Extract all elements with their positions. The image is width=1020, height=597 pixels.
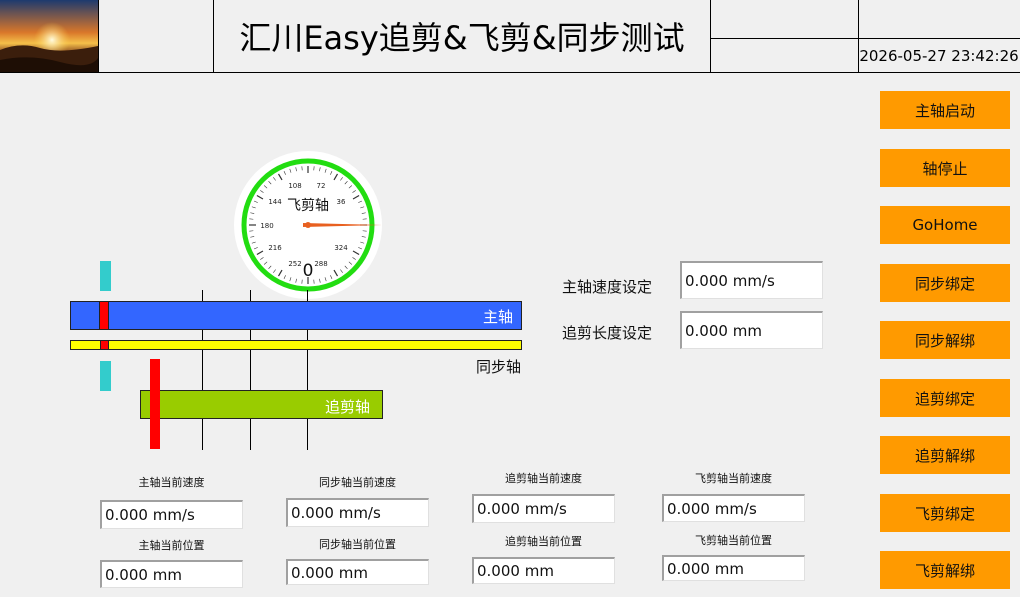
gauge-tick-label: 72 xyxy=(317,182,326,190)
chase-cutter-marker xyxy=(150,359,160,449)
master-speed-input[interactable]: 0.000 mm/s xyxy=(680,261,823,299)
chase-speed-readout: 0.000 mm/s xyxy=(472,494,615,523)
chase-bind-button[interactable]: 追剪绑定 xyxy=(880,379,1010,417)
page-title: 汇川Easy追剪&飞剪&同步测试 xyxy=(239,19,685,57)
flying-axis-gauge: 108 72 144 36 180 216 324 252 288 飞剪轴 0 xyxy=(233,150,383,300)
sunset-logo-image xyxy=(0,0,98,72)
chase-axis-bar: 追剪轴 xyxy=(140,390,383,419)
master-position-readout: 0.000 mm xyxy=(100,560,243,588)
flying-bind-button[interactable]: 飞剪绑定 xyxy=(880,494,1010,532)
flying-cutter-marker-bottom xyxy=(100,361,111,391)
flying-position-label: 飞剪轴当前位置 xyxy=(695,534,772,547)
master-speed-readout: 0.000 mm/s xyxy=(100,500,243,529)
chase-length-input[interactable]: 0.000 mm xyxy=(680,311,823,349)
master-cut-marker xyxy=(99,301,109,330)
flying-unbind-button[interactable]: 飞剪解绑 xyxy=(880,551,1010,589)
sync-unbind-button[interactable]: 同步解绑 xyxy=(880,321,1010,359)
gauge-tick-label: 180 xyxy=(260,222,273,230)
sync-cut-marker xyxy=(100,340,109,350)
master-axis-label: 主轴 xyxy=(482,308,513,326)
sync-bind-button[interactable]: 同步绑定 xyxy=(880,264,1010,302)
sync-speed-label: 同步轴当前速度 xyxy=(319,476,396,489)
gauge-tick-label: 252 xyxy=(288,260,301,268)
chase-length-setting-label: 追剪长度设定 xyxy=(562,324,653,342)
chase-position-label: 追剪轴当前位置 xyxy=(505,535,582,548)
chase-speed-label: 追剪轴当前速度 xyxy=(505,472,582,485)
flying-position-readout: 0.000 mm xyxy=(662,555,805,581)
gauge-tick-label: 36 xyxy=(337,198,346,206)
chase-axis-label: 追剪轴 xyxy=(324,398,370,416)
datetime-display: 2026-05-27 23:42:26 xyxy=(859,47,1019,65)
gauge-tick-label: 108 xyxy=(288,182,301,190)
master-start-button[interactable]: 主轴启动 xyxy=(880,91,1010,129)
chase-position-readout: 0.000 mm xyxy=(472,557,615,584)
axis-stop-button[interactable]: 轴停止 xyxy=(880,149,1010,187)
gauge-label: 飞剪轴 xyxy=(287,198,329,214)
flying-speed-readout: 0.000 mm/s xyxy=(662,494,805,522)
flying-speed-label: 飞剪轴当前速度 xyxy=(695,472,772,485)
master-speed-setting-label: 主轴速度设定 xyxy=(562,278,653,296)
master-axis-bar: 主轴 xyxy=(70,301,522,330)
flying-cutter-marker-top xyxy=(100,261,111,291)
master-speed-label: 主轴当前速度 xyxy=(138,476,205,489)
gauge-tick-label: 144 xyxy=(268,198,282,206)
gauge-tick-label: 288 xyxy=(314,260,327,268)
gauge-value: 0 xyxy=(303,261,314,281)
sync-position-label: 同步轴当前位置 xyxy=(319,538,396,551)
sync-speed-readout: 0.000 mm/s xyxy=(286,498,429,527)
master-position-label: 主轴当前位置 xyxy=(138,539,205,552)
gauge-tick-label: 324 xyxy=(334,244,348,252)
sync-axis-label: 同步轴 xyxy=(476,358,522,376)
sync-axis-bar xyxy=(70,340,522,350)
chase-unbind-button[interactable]: 追剪解绑 xyxy=(880,436,1010,474)
sync-position-readout: 0.000 mm xyxy=(286,559,429,585)
gohome-button[interactable]: GoHome xyxy=(880,206,1010,244)
gauge-tick-label: 216 xyxy=(268,244,282,252)
